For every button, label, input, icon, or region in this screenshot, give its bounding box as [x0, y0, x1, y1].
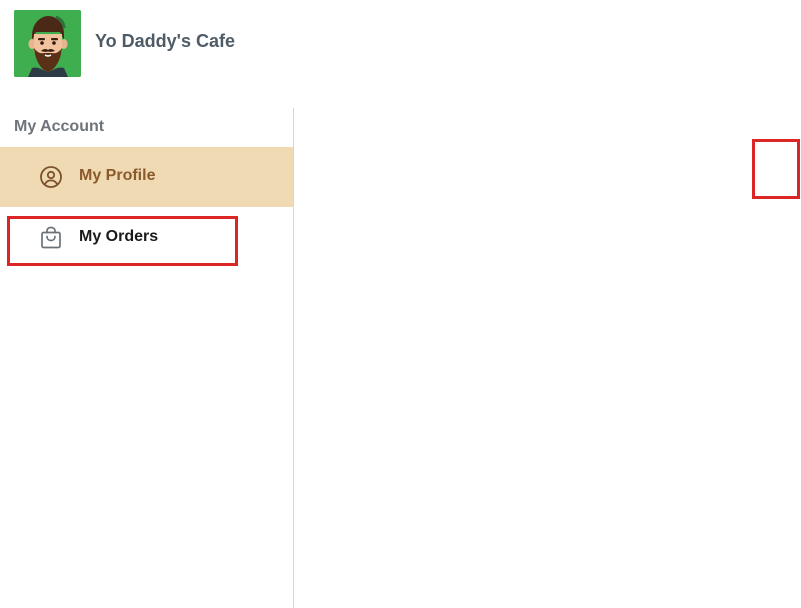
- section-label-my-account: My Account: [14, 118, 105, 135]
- sidebar-item-label: My Orders: [79, 228, 159, 245]
- main-content-area: [294, 108, 801, 608]
- app-header: Yo Daddy's Cafe: [0, 0, 801, 100]
- brand-name: Yo Daddy's Cafe: [95, 31, 235, 51]
- account-sidebar: My Account My Profile My Orders: [0, 108, 294, 608]
- sidebar-item-my-profile[interactable]: My Profile: [0, 147, 293, 207]
- sidebar-item-my-orders[interactable]: My Orders: [0, 208, 293, 268]
- shopping-bag-icon: [41, 226, 61, 249]
- bearded-man-avatar-icon: [14, 10, 81, 77]
- brand-logo[interactable]: [14, 10, 81, 77]
- sidebar-item-label: My Profile: [79, 167, 156, 184]
- user-circle-icon: [40, 166, 62, 188]
